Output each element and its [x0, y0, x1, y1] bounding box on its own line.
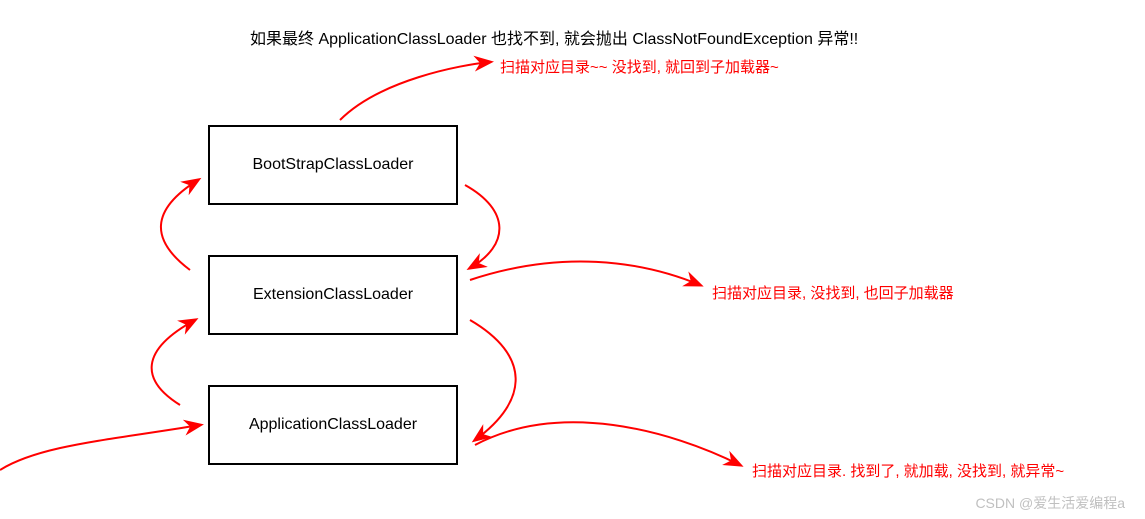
annotation-application: 扫描对应目录. 找到了, 就加载, 没找到, 就异常~	[752, 460, 1064, 481]
box-bootstrap: BootStrapClassLoader	[208, 125, 458, 205]
box-extension: ExtensionClassLoader	[208, 255, 458, 335]
annotation-extension: 扫描对应目录, 没找到, 也回子加载器	[712, 282, 954, 303]
arrow-app-scan	[475, 422, 740, 465]
arrow-boot-scan	[340, 62, 490, 120]
watermark: CSDN @爱生活爱编程a	[975, 493, 1125, 513]
box-application: ApplicationClassLoader	[208, 385, 458, 465]
box-bootstrap-label: BootStrapClassLoader	[253, 156, 414, 174]
box-extension-label: ExtensionClassLoader	[253, 286, 413, 304]
arrow-ext-to-boot	[161, 180, 198, 270]
arrows-layer	[0, 0, 1145, 519]
box-application-label: ApplicationClassLoader	[249, 416, 417, 434]
arrow-ext-to-app	[470, 320, 516, 440]
diagram-title: 如果最终 ApplicationClassLoader 也找不到, 就会抛出 C…	[250, 25, 858, 49]
arrow-entry	[0, 425, 200, 470]
arrow-boot-to-ext	[465, 185, 499, 268]
arrow-app-to-ext	[152, 320, 195, 405]
annotation-bootstrap: 扫描对应目录~~ 没找到, 就回到子加载器~	[500, 56, 779, 77]
arrow-ext-scan	[470, 261, 700, 285]
